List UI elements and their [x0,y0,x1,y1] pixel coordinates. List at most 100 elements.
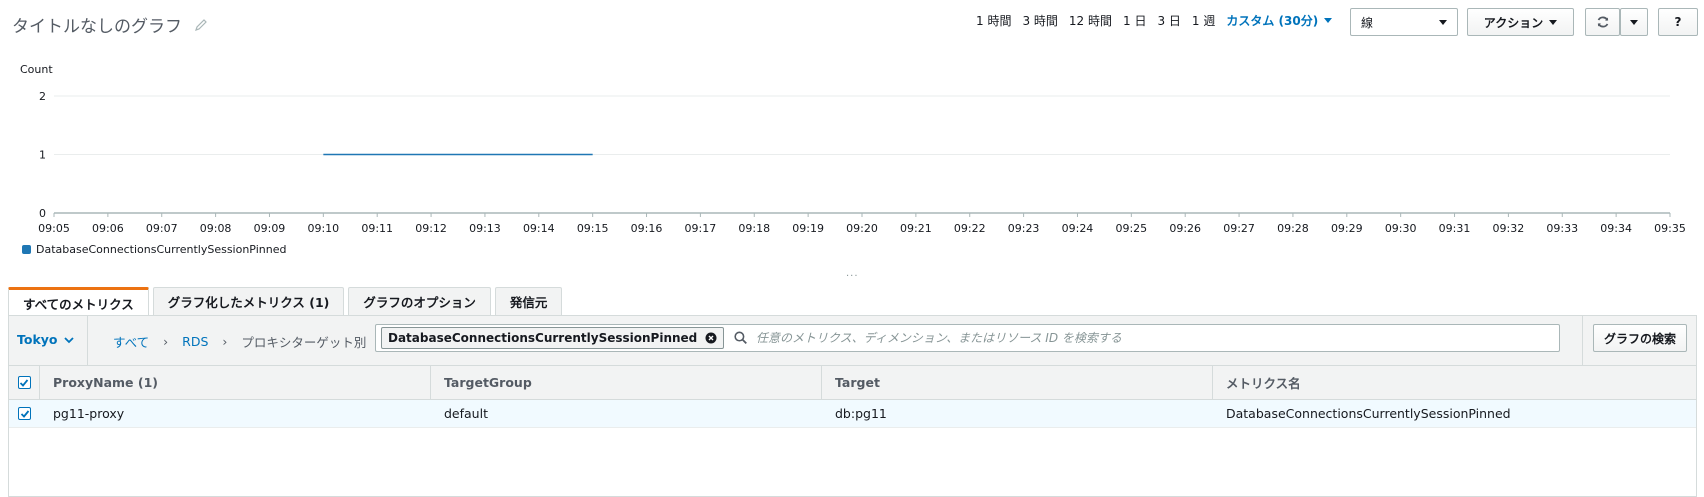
metrics-tabs: すべてのメトリクス グラフ化したメトリクス (1) グラフのオプション 発信元 [8,287,566,316]
select-all-checkbox[interactable] [17,376,31,389]
help-button[interactable]: ? [1658,8,1698,36]
tab-graphed-metrics[interactable]: グラフ化したメトリクス (1) [152,287,345,315]
region-selector[interactable]: Tokyo [17,332,74,347]
graph-title-area: タイトルなしのグラフ [12,12,208,37]
x-tick-label: 09:22 [954,222,986,235]
x-tick-label: 09:27 [1223,222,1255,235]
row-check-cell [9,400,40,427]
graph-title[interactable]: タイトルなしのグラフ [12,12,182,37]
chart-legend[interactable]: DatabaseConnectionsCurrentlySessionPinne… [22,243,286,256]
y-tick-label: 1 [39,149,46,162]
search-input[interactable] [754,330,1559,346]
range-1h[interactable]: 1 時間 [976,12,1011,29]
pencil-icon[interactable] [194,18,208,32]
x-tick-label: 09:07 [146,222,178,235]
legend-swatch [22,245,31,254]
x-tick-label: 09:28 [1277,222,1309,235]
cell-metric-name[interactable]: DatabaseConnectionsCurrentlySessionPinne… [1213,400,1696,427]
cell-target: db:pg11 [835,406,887,421]
x-tick-label: 09:25 [1115,222,1147,235]
cell-proxyname: pg11-proxy [53,406,125,421]
x-tick-label: 09:19 [792,222,824,235]
range-custom-label: カスタム (30分) [1226,14,1319,28]
chart-type-value: 線 [1361,15,1374,30]
check-icon [20,409,29,418]
metric-search-box[interactable]: DatabaseConnectionsCurrentlySessionPinne… [375,324,1560,352]
x-tick-label: 09:21 [900,222,932,235]
tab-graph-options[interactable]: グラフのオプション [348,287,491,315]
caret-down-icon [1324,18,1333,23]
x-tick-label: 09:23 [1008,222,1040,235]
divider [1582,316,1583,366]
range-custom[interactable]: カスタム (30分) [1226,12,1333,29]
x-tick-label: 09:31 [1439,222,1471,235]
y-tick-label: 2 [39,90,46,103]
x-tick-label: 09:30 [1385,222,1417,235]
help-icon: ? [1674,15,1682,29]
chevron-down-icon [63,336,74,343]
x-tick-label: 09:20 [846,222,878,235]
close-icon[interactable] [705,332,717,344]
range-1d[interactable]: 1 日 [1123,12,1146,29]
column-header-proxyname[interactable]: ProxyName (1) [40,366,431,399]
column-header-target[interactable]: Target [822,366,1213,399]
x-tick-label: 09:13 [469,222,501,235]
caret-down-icon [1549,19,1558,25]
x-tick-label: 09:05 [38,222,70,235]
x-tick-label: 09:33 [1546,222,1578,235]
tab-source[interactable]: 発信元 [494,287,563,315]
row-checkbox[interactable] [18,407,31,420]
refresh-interval-dropdown[interactable] [1620,8,1648,36]
graph-search-button[interactable]: グラフの検索 [1593,324,1687,352]
breadcrumb-separator: › [163,334,169,349]
table-header: ProxyName (1) TargetGroup Target メトリクス名 [9,366,1696,400]
range-1w[interactable]: 1 週 [1192,12,1215,29]
x-tick-label: 09:11 [361,222,393,235]
breadcrumb: すべて › RDS › プロキシターゲット別 [113,332,366,351]
x-tick-label: 09:18 [738,222,770,235]
check-icon [19,378,29,387]
x-tick-label: 09:34 [1600,222,1632,235]
x-tick-label: 09:09 [254,222,286,235]
refresh-icon [1597,16,1608,28]
actions-label: アクション [1483,15,1544,30]
range-12h[interactable]: 12 時間 [1069,12,1112,29]
x-tick-label: 09:10 [307,222,339,235]
breadcrumb-rds[interactable]: RDS [182,334,208,349]
x-tick-label: 09:15 [577,222,609,235]
filter-chip-label: DatabaseConnectionsCurrentlySessionPinne… [388,331,698,345]
range-3h[interactable]: 3 時間 [1022,12,1057,29]
region-label: Tokyo [17,332,58,347]
caret-down-icon [1630,19,1638,25]
x-tick-label: 09:12 [415,222,447,235]
x-tick-label: 09:35 [1654,222,1686,235]
chart-type-select[interactable]: 線 [1350,8,1458,36]
resize-handle[interactable]: ... [846,268,859,279]
x-tick-label: 09:24 [1062,222,1094,235]
breadcrumb-separator: › [222,334,228,349]
y-axis-label: Count [20,63,53,76]
caret-down-icon [1439,19,1447,25]
breadcrumb-all[interactable]: すべて [113,332,149,351]
x-tick-label: 09:06 [92,222,124,235]
column-header-targetgroup[interactable]: TargetGroup [431,366,822,399]
metrics-browser-panel: Tokyo すべて › RDS › プロキシターゲット別 DatabaseCon… [8,315,1697,497]
tab-all-metrics[interactable]: すべてのメトリクス [8,287,149,316]
refresh-button[interactable] [1585,8,1620,36]
range-3d[interactable]: 3 日 [1157,12,1180,29]
cell-targetgroup: default [444,406,488,421]
column-header-metric-name[interactable]: メトリクス名 [1213,366,1696,399]
x-tick-label: 09:32 [1493,222,1525,235]
metrics-toolbar: Tokyo すべて › RDS › プロキシターゲット別 DatabaseCon… [9,316,1696,366]
filter-chip: DatabaseConnectionsCurrentlySessionPinne… [381,327,725,349]
x-tick-label: 09:08 [200,222,232,235]
x-tick-label: 09:26 [1169,222,1201,235]
select-all-cell [9,366,40,399]
table-row[interactable]: pg11-proxy default db:pg11 DatabaseConne… [9,400,1696,428]
x-tick-label: 09:14 [523,222,555,235]
time-range-bar: 1 時間 3 時間 12 時間 1 日 3 日 1 週 カスタム (30分) [976,12,1343,29]
search-icon [734,331,748,345]
actions-button[interactable]: アクション [1467,8,1574,36]
x-tick-label: 09:16 [631,222,663,235]
line-chart: Count 0 1 2 09:05 09:06 09:07 09:08 09:09 09:10 09… [20,63,1686,235]
